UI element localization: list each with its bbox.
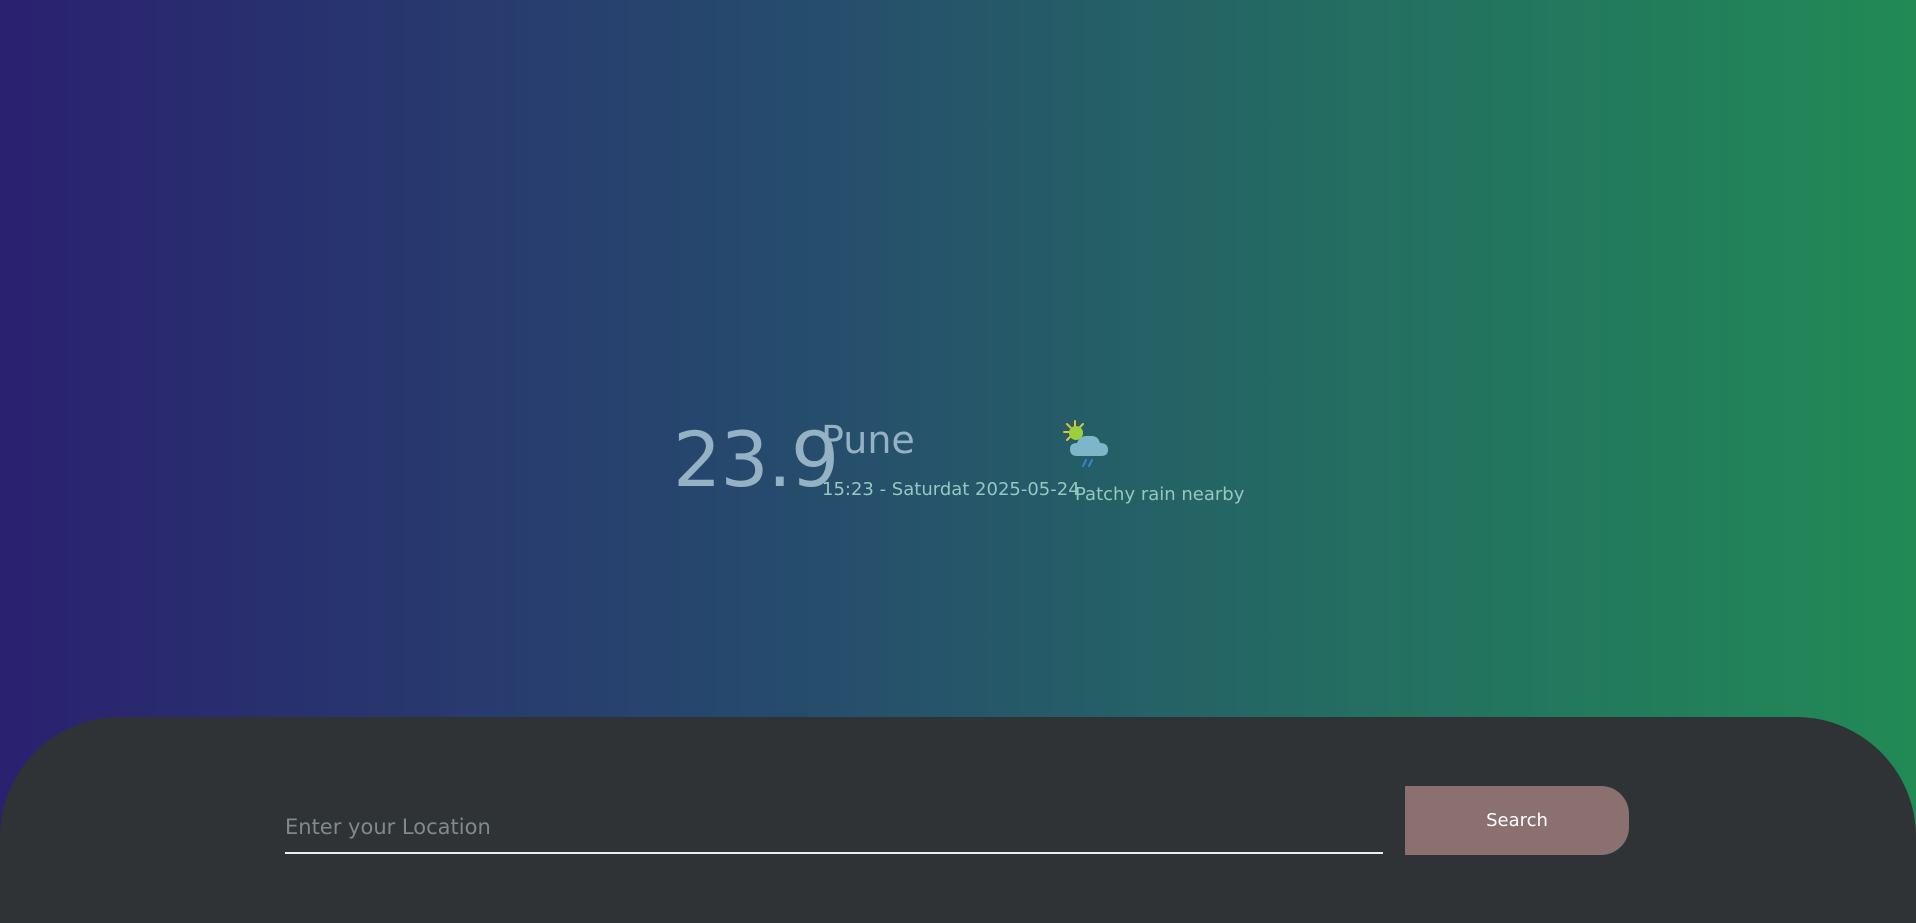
date-time: 15:23 - Saturdat 2025-05-24 bbox=[822, 479, 1080, 500]
location-input[interactable] bbox=[285, 802, 1383, 854]
search-panel: Search bbox=[0, 717, 1916, 923]
search-button[interactable]: Search bbox=[1405, 786, 1629, 855]
temperature: 23.9 bbox=[673, 415, 839, 504]
weather-condition: Patchy rain nearby bbox=[1075, 484, 1245, 505]
partly-cloudy-rain-icon bbox=[1061, 418, 1117, 474]
city-name: Pune bbox=[821, 418, 915, 462]
weather-app: 23.9 Pune 15:23 - Saturdat 2025-05-24 Pa… bbox=[0, 0, 1916, 923]
